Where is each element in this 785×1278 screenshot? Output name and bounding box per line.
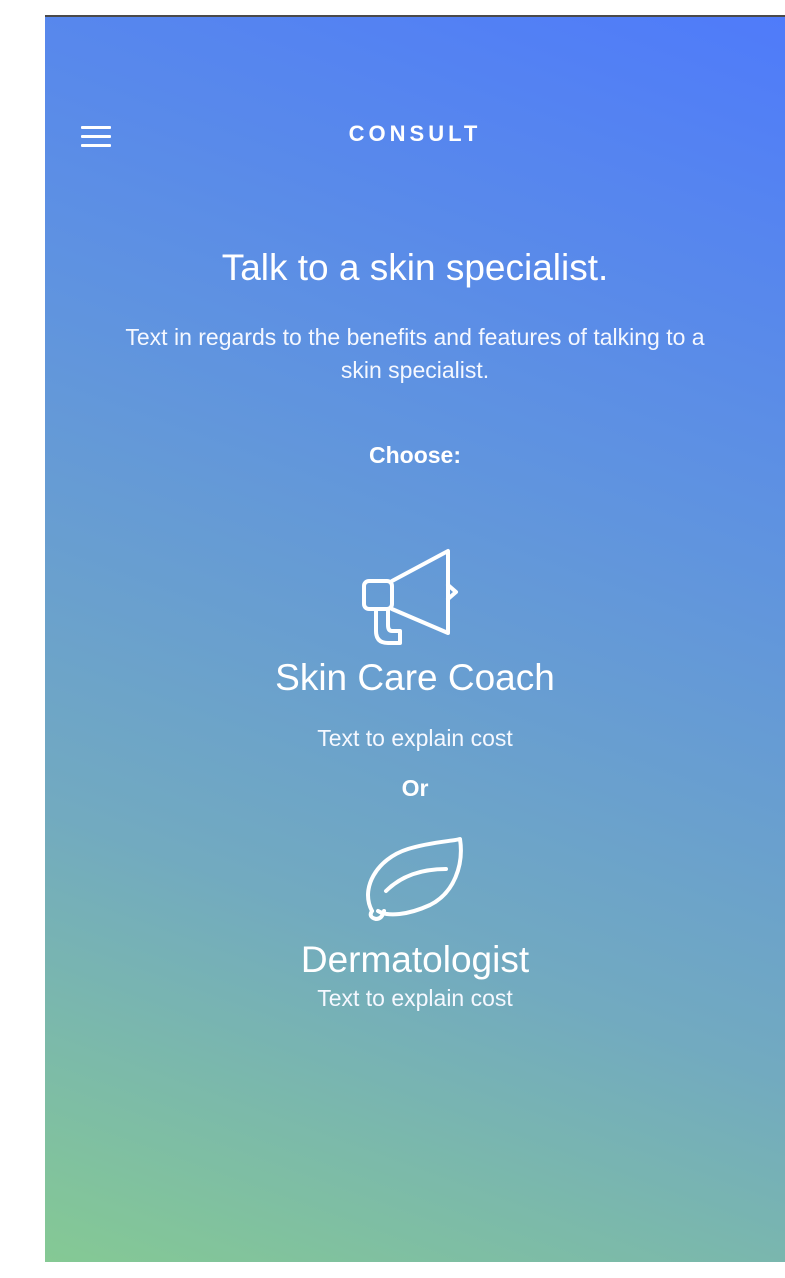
intro-text: Text in regards to the benefits and feat…	[125, 324, 705, 383]
consult-screen: CONSULT Talk to a skin specialist. Text …	[45, 15, 785, 1262]
headline: Talk to a skin specialist.	[221, 247, 609, 288]
dermatologist-option[interactable]: Dermatologist Text to explain cost	[45, 835, 785, 1012]
page-title: CONSULT	[348, 121, 482, 146]
or-separator: Or	[401, 775, 429, 801]
skin-care-coach-option[interactable]: Skin Care Coach Text to explain cost	[45, 547, 785, 752]
option-title: Dermatologist	[300, 939, 530, 980]
megaphone-icon	[362, 549, 458, 645]
option-cost: Text to explain cost	[317, 985, 513, 1011]
choose-label: Choose:	[369, 442, 461, 468]
leaf-icon	[366, 837, 463, 921]
option-cost: Text to explain cost	[317, 725, 513, 751]
option-title: Skin Care Coach	[275, 657, 555, 698]
